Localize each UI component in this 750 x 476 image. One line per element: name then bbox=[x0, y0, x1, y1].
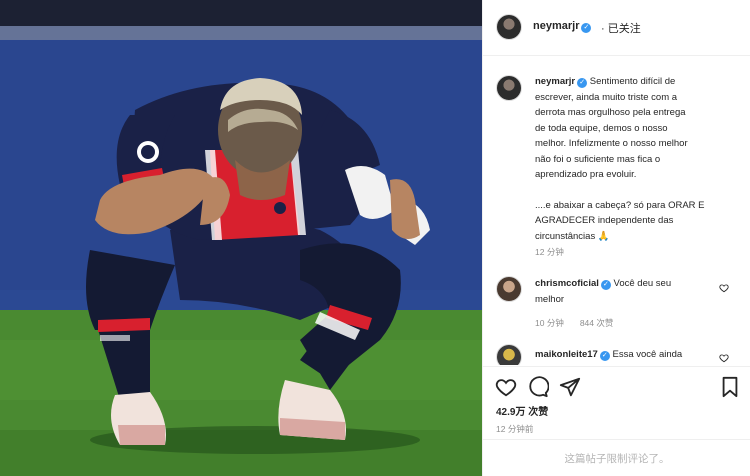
commenter-username[interactable]: chrismcoficial bbox=[535, 278, 599, 289]
comment-likes[interactable]: 844 次赞 bbox=[580, 318, 614, 328]
comment-text: Você deu seu bbox=[613, 278, 672, 289]
caption-line: melhor. Infelizmente o nosso melhor bbox=[535, 138, 688, 149]
bookmark-icon[interactable] bbox=[720, 376, 740, 398]
comment-like-heart-icon[interactable] bbox=[719, 283, 729, 293]
comments-restricted-notice: 这篇帖子限制评论了。 bbox=[483, 439, 750, 476]
heart-icon[interactable] bbox=[495, 376, 517, 398]
post-photo-illustration bbox=[0, 0, 482, 476]
caption-line: circunstâncias 🙏 bbox=[535, 230, 610, 242]
caption-author-username[interactable]: neymarjr bbox=[535, 76, 575, 87]
author-avatar[interactable] bbox=[496, 14, 522, 40]
comment-item: maikonleite17 ✓ Essa você ainda bbox=[535, 347, 735, 363]
caption-line: escrever, ainda muito triste com a bbox=[535, 91, 678, 103]
verified-badge-icon: ✓ bbox=[599, 351, 610, 361]
caption-line: de toda equipe, demos o nosso bbox=[535, 122, 668, 134]
commenter-avatar[interactable] bbox=[496, 344, 522, 365]
commenter-avatar[interactable] bbox=[496, 276, 522, 302]
verified-badge-icon: ✓ bbox=[600, 280, 611, 290]
author-username-text[interactable]: neymarjr bbox=[533, 20, 579, 32]
post-header: neymarjr ✓ · 已关注 bbox=[483, 0, 750, 56]
post-caption: neymarjr ✓ Sentimento difícil de escrever… bbox=[535, 74, 735, 244]
caption-line: Sentimento difícil de bbox=[589, 76, 676, 87]
verified-badge-icon: ✓ bbox=[577, 78, 588, 88]
send-icon[interactable] bbox=[559, 376, 581, 398]
caption-line: AGRADECER independente das bbox=[535, 215, 674, 226]
likes-count[interactable]: 42.9万 次赞 bbox=[496, 403, 548, 418]
comment-meta: 10 分钟 844 次赞 bbox=[535, 317, 613, 329]
verified-badge-icon: ✓ bbox=[581, 23, 592, 33]
caption-author-avatar[interactable] bbox=[496, 75, 522, 101]
caption-line: aprendizado pra evoluir. bbox=[535, 169, 637, 180]
commenter-username[interactable]: maikonleite17 bbox=[535, 349, 598, 360]
post-photo[interactable] bbox=[0, 0, 482, 476]
comment-icon[interactable] bbox=[527, 376, 549, 398]
author-username-header[interactable]: neymarjr ✓ bbox=[533, 20, 592, 33]
caption-line: ....e abaixar a cabeça? só para ORAR E bbox=[535, 199, 705, 211]
caption-timestamp: 12 分钟 bbox=[535, 247, 564, 257]
post-timestamp: 12 分钟前 bbox=[496, 424, 534, 434]
post-actions: 42.9万 次赞 12 分钟前 这篇帖子限制评论了。 bbox=[483, 366, 750, 476]
comment-text: melhor bbox=[535, 293, 565, 305]
post-side-panel: neymarjr ✓ · 已关注 neymarjr ✓ Sentimento dif… bbox=[482, 0, 750, 476]
comment-text: Essa você ainda bbox=[612, 349, 683, 360]
caption-line: não foi o suficiente mas fica o bbox=[535, 153, 661, 165]
caption-line: derrota mas orgulhoso pela entrega bbox=[535, 107, 686, 118]
comments-section[interactable]: neymarjr ✓ Sentimento difícil de escrever… bbox=[483, 57, 750, 365]
comment-timestamp: 10 分钟 bbox=[535, 318, 564, 328]
follow-status[interactable]: · 已关注 bbox=[601, 20, 641, 36]
comment-item: chrismcoficial ✓ Você deu seu melhor bbox=[535, 276, 735, 307]
comment-like-heart-icon[interactable] bbox=[719, 353, 729, 363]
